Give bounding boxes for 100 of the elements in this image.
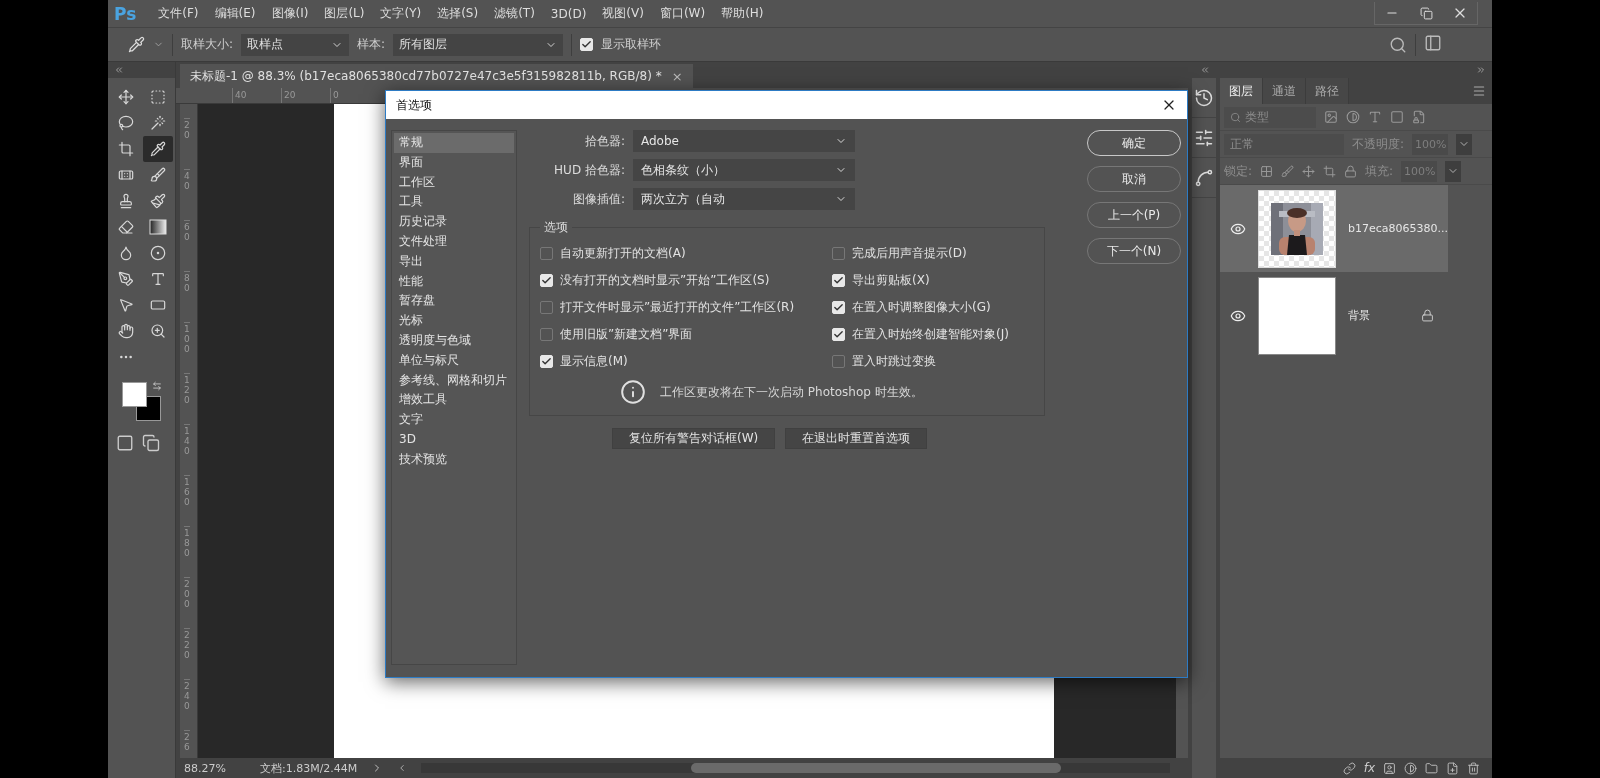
ruler-label: 120 (184, 373, 190, 424)
layer-row[interactable]: b17eca8065380... (1220, 185, 1448, 272)
reset-button[interactable]: 在退出时重置首选项 (785, 428, 928, 449)
panel-tab[interactable]: 图层 (1220, 78, 1263, 104)
category-item[interactable]: 历史记录 (394, 212, 514, 232)
ruler-label: 40 (184, 169, 190, 220)
color-swatches[interactable] (122, 382, 162, 422)
checkbox-label: 使用旧版”新建文档”界面 (560, 326, 693, 343)
checkbox[interactable] (540, 301, 553, 314)
option-label: 显示取样环 (601, 36, 662, 53)
dropdown[interactable]: 色相条纹（小） (633, 159, 855, 181)
panel-tab[interactable]: 通道 (1263, 78, 1306, 104)
category-item[interactable]: 3D (394, 429, 514, 450)
lock-artboard-icon (1323, 164, 1337, 178)
swap-icon (152, 381, 162, 391)
ruler-label: 160 (184, 475, 190, 526)
category-item[interactable]: 透明度与色域 (394, 330, 514, 351)
panel-tab[interactable]: 路径 (1306, 78, 1349, 104)
field-label: 拾色器: (583, 132, 625, 150)
menu-item[interactable]: 帮助(H) (713, 5, 772, 22)
menu-item[interactable]: 滤镜(T) (486, 5, 543, 22)
dropdown[interactable]: Adobe (633, 130, 855, 152)
checkbox[interactable] (540, 328, 553, 341)
lock-position-icon (1302, 164, 1316, 178)
category-item[interactable]: 单位与标尺 (394, 350, 514, 371)
tool-button[interactable] (143, 136, 173, 162)
pen-icon (118, 271, 134, 287)
menu-item[interactable]: 文字(Y) (372, 5, 430, 22)
sample-size-dropdown[interactable]: 取样点 (241, 33, 350, 56)
category-item[interactable]: 工作区 (394, 172, 514, 193)
gradient-icon (149, 219, 167, 235)
menu-item[interactable]: 窗口(W) (651, 5, 714, 22)
zoom-level: 88.27% (184, 761, 226, 775)
ruler-label: 240 (184, 679, 190, 730)
menu-item[interactable]: 3D(D) (542, 6, 595, 21)
document-tab[interactable]: 未标题-1 @ 88.3% (b17eca8065380cd77b0727e47c3e5f315982811b, RGB/8) * × (180, 64, 693, 88)
lock-pixels-icon (1260, 164, 1274, 178)
history-icon (1194, 87, 1214, 108)
ruler-label: 20 (184, 118, 190, 169)
fx-button[interactable]: fx (1363, 761, 1375, 775)
ruler-label: 40 (232, 88, 281, 103)
category-item[interactable]: 暂存盘 (394, 291, 514, 312)
category-item[interactable]: 增效工具 (394, 390, 514, 411)
menu-item[interactable]: 视图(V) (594, 5, 652, 22)
sample-dropdown[interactable]: 所有图层 (393, 33, 564, 56)
sliders-icon (1194, 127, 1214, 148)
reset-button[interactable]: 复位所有警告对话框(W) (612, 428, 776, 449)
ruler-label: 100 (184, 322, 190, 373)
move-icon (118, 89, 134, 105)
adjustment-icon (1404, 761, 1417, 775)
category-item[interactable]: 文件处理 (394, 232, 514, 252)
category-item[interactable]: 文字 (394, 410, 514, 430)
bandage-icon (118, 167, 134, 183)
category-item[interactable]: 导出 (394, 251, 514, 272)
menu-item[interactable]: 图像(I) (263, 5, 317, 22)
paintbrush-icon (150, 193, 166, 209)
screen-mode-icon (142, 434, 160, 452)
dialog-button[interactable]: 下一个(N) (1087, 238, 1181, 264)
info-icon (620, 379, 646, 405)
dialog-button[interactable]: 取消 (1087, 166, 1181, 192)
trash-icon (1467, 761, 1480, 775)
search-icon (1230, 111, 1241, 123)
checkbox-label: 没有打开的文档时显示”开始”工作区(S) (560, 272, 770, 289)
spline-icon (1194, 167, 1214, 188)
checkbox[interactable] (832, 247, 845, 260)
menu-item[interactable]: 选择(S) (429, 5, 487, 22)
menu-icon (1472, 84, 1486, 98)
link-icon (1342, 761, 1356, 775)
category-item[interactable]: 界面 (394, 152, 514, 173)
category-item[interactable]: 光标 (394, 311, 514, 331)
type-icon (150, 271, 166, 287)
checkbox[interactable] (832, 355, 845, 368)
category-item[interactable]: 工具 (394, 192, 514, 213)
menu-item[interactable]: 文件(F) (150, 5, 207, 22)
eraser-icon (118, 219, 134, 235)
menu-item[interactable]: 图层(L) (316, 5, 373, 22)
folder-icon (1425, 761, 1438, 775)
category-item[interactable]: 参考线、网格和切片 (394, 370, 514, 391)
mask-icon (1383, 761, 1396, 775)
checkbox-label: 在置入时调整图像大小(G) (852, 299, 991, 316)
category-item[interactable]: 技术预览 (394, 449, 514, 470)
dialog-button[interactable]: 确定 (1087, 130, 1181, 156)
checkbox-label: 在置入时始终创建智能对象(J) (852, 326, 1009, 343)
image-filter-icon (1324, 110, 1338, 124)
type-filter-icon (1368, 110, 1382, 124)
menu-item[interactable]: 编辑(E) (206, 5, 264, 22)
stamp-icon (118, 193, 134, 209)
checkbox[interactable] (540, 247, 553, 260)
eyedropper-icon (128, 36, 145, 53)
tab-close-button[interactable]: × (671, 68, 683, 84)
dropdown[interactable]: 两次立方（自动 (633, 188, 855, 210)
scrollbar-thumb[interactable] (691, 763, 1062, 773)
ruler-label: 200 (184, 577, 190, 628)
document-info: 文档:1.83M/2.44M (259, 760, 358, 776)
category-item[interactable]: 常规 (394, 133, 514, 153)
category-item[interactable]: 性能 (394, 271, 514, 292)
ruler-label: 0 (330, 88, 379, 103)
dialog-button[interactable]: 上一个(P) (1087, 202, 1181, 228)
field-label: 图像插值: (571, 190, 625, 208)
expand-icon (1476, 65, 1486, 75)
